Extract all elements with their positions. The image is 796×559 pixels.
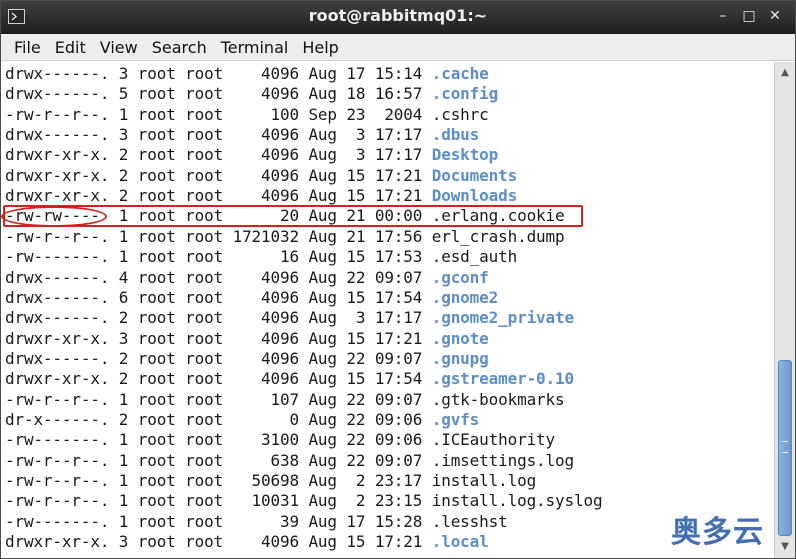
directory-name: .gstreamer-0.10 [431, 369, 574, 389]
listing-attributes: drwx------. 3 root root 4096 Aug 17 15:1… [5, 64, 432, 83]
listing-attributes: drwx------. 5 root root 4096 Aug 18 16:5… [5, 84, 432, 104]
close-icon[interactable]: ✕ [767, 8, 783, 24]
listing-line: -rw-r--r--. 1 root root 638 Aug 22 09:07… [5, 451, 574, 471]
file-name: .esd_auth [431, 247, 518, 267]
listing-attributes: drwx------. 2 root root 4096 Aug 22 09:0… [5, 348, 432, 368]
listing-attributes: drwxr-xr-x. 2 root root 4096 Aug 15 17:2… [5, 165, 432, 185]
file-name: erl_crash.dump [431, 226, 565, 246]
directory-name: .gnome2 [431, 287, 499, 307]
listing-attributes: drwx------. 2 root root 4096 Aug 3 17:17 [5, 308, 432, 328]
file-name: .lesshst [431, 511, 508, 531]
title-bar[interactable]: root@rabbitmq01:~ – □ ✕ [1, 1, 795, 34]
file-name: .gtk-bookmarks [431, 389, 565, 409]
listing-attributes: dr-x------. 2 root root 0 Aug 22 09:06 [5, 409, 432, 429]
listing-attributes: drwxr-xr-x. 2 root root 4096 Aug 15 17:5… [5, 369, 432, 389]
listing-attributes: -rw-r--r--. 1 root root 50698 Aug 2 23:1… [5, 471, 432, 490]
menu-help[interactable]: Help [295, 38, 345, 57]
directory-name: .gnote [431, 328, 489, 348]
listing-line: -rw-------. 1 root root 39 Aug 17 15:28 … [5, 512, 508, 532]
directory-name: .gvfs [431, 409, 480, 429]
listing-attributes: -rw-------. 1 root root 16 Aug 15 17:53 [5, 247, 432, 267]
listing-line: drwxr-xr-x. 2 root root 4096 Aug 15 17:2… [5, 166, 517, 186]
directory-name: Downloads [431, 186, 518, 206]
menu-edit[interactable]: Edit [48, 38, 93, 57]
highlight-ellipse [1, 206, 107, 227]
file-name: install.log [431, 471, 537, 490]
listing-attributes: drwxr-xr-x. 3 root root 4096 Aug 15 17:2… [5, 532, 432, 552]
listing-attributes: -rw-r--r--. 1 root root 10031 Aug 2 23:1… [5, 491, 432, 511]
file-name: .ICEauthority [431, 430, 556, 450]
listing-attributes: drwxr-xr-x. 2 root root 4096 Aug 3 17:17 [5, 145, 432, 165]
directory-name: .config [431, 84, 499, 104]
listing-line: drwxr-xr-x. 2 root root 4096 Aug 15 17:5… [5, 369, 574, 389]
directory-name: .local [431, 532, 489, 552]
listing-line: drwxr-xr-x. 2 root root 4096 Aug 3 17:17… [5, 145, 498, 165]
scroll-thumb[interactable] [778, 360, 792, 536]
listing-attributes: drwx------. 3 root root 4096 Aug 3 17:17 [5, 125, 432, 145]
listing-attributes: -rw-------. 1 root root 39 Aug 17 15:28 [5, 511, 432, 531]
directory-name: .dbus [431, 125, 480, 145]
menu-file[interactable]: File [7, 38, 48, 57]
listing-line: drwxr-xr-x. 3 root root 4096 Aug 15 17:2… [5, 329, 489, 349]
listing-line: drwx------. 2 root root 4096 Aug 3 17:17… [5, 308, 574, 328]
file-name: install.log.syslog [431, 491, 603, 511]
menu-view[interactable]: View [93, 38, 145, 57]
maximize-icon[interactable]: □ [741, 8, 757, 24]
window-title: root@rabbitmq01:~ [308, 6, 488, 25]
listing-line: drwx------. 2 root root 4096 Aug 22 09:0… [5, 349, 489, 369]
terminal-window: root@rabbitmq01:~ – □ ✕ File Edit View S… [0, 0, 796, 559]
file-name: .cshrc [431, 104, 489, 124]
menu-bar: File Edit View Search Terminal Help [1, 34, 795, 61]
grip-icon [782, 441, 788, 453]
menu-terminal[interactable]: Terminal [214, 38, 296, 57]
scroll-up-icon[interactable]: ▲ [777, 65, 793, 81]
listing-line: dr-x------. 2 root root 0 Aug 22 09:06 .… [5, 410, 479, 430]
listing-line: drwx------. 6 root root 4096 Aug 15 17:5… [5, 288, 498, 308]
listing-line: drwx------. 3 root root 4096 Aug 3 17:17… [5, 125, 479, 145]
directory-name: .gnome2_private [431, 308, 574, 328]
listing-attributes: drwxr-xr-x. 2 root root 4096 Aug 15 17:2… [5, 186, 432, 206]
file-name: .imsettings.log [431, 450, 574, 470]
listing-line: drwx------. 5 root root 4096 Aug 18 16:5… [5, 84, 498, 104]
listing-line: drwx------. 3 root root 4096 Aug 17 15:1… [5, 64, 489, 84]
listing-line: -rw-r--r--. 1 root root 50698 Aug 2 23:1… [5, 471, 536, 491]
window-controls: – □ ✕ [715, 8, 783, 24]
listing-attributes: drwx------. 4 root root 4096 Aug 22 09:0… [5, 267, 432, 287]
listing-line: drwxr-xr-x. 2 root root 4096 Aug 15 17:2… [5, 186, 517, 206]
listing-line: drwx------. 4 root root 4096 Aug 22 09:0… [5, 268, 489, 288]
minimize-icon[interactable]: – [715, 8, 731, 24]
directory-name: .gconf [431, 267, 489, 287]
listing-line: drwxr-xr-x. 3 root root 4096 Aug 15 17:2… [5, 532, 489, 552]
listing-attributes: -rw-r--r--. 1 root root 107 Aug 22 09:07 [5, 389, 432, 409]
vertical-scrollbar[interactable]: ▲ ▼ [774, 62, 795, 558]
menu-search[interactable]: Search [145, 38, 214, 57]
listing-line: -rw-------. 1 root root 3100 Aug 22 09:0… [5, 430, 555, 450]
listing-attributes: -rw-r--r--. 1 root root 1721032 Aug 21 1… [5, 226, 432, 246]
listing-line: -rw-r--r--. 1 root root 10031 Aug 2 23:1… [5, 491, 603, 511]
directory-name: Documents [431, 165, 518, 185]
listing-line: -rw-r--r--. 1 root root 1721032 Aug 21 1… [5, 227, 565, 247]
scroll-down-icon[interactable]: ▼ [777, 539, 793, 555]
directory-name: .cache [431, 64, 489, 83]
watermark-logo: 奥多云 [671, 515, 764, 550]
listing-line: -rw-r--r--. 1 root root 100 Sep 23 2004 … [5, 105, 489, 125]
directory-name: Desktop [431, 145, 499, 165]
listing-attributes: -rw-r--r--. 1 root root 638 Aug 22 09:07 [5, 450, 432, 470]
listing-attributes: drwxr-xr-x. 3 root root 4096 Aug 15 17:2… [5, 328, 432, 348]
listing-attributes: drwx------. 6 root root 4096 Aug 15 17:5… [5, 287, 432, 307]
listing-line: -rw-------. 1 root root 16 Aug 15 17:53 … [5, 247, 517, 267]
listing-attributes: -rw-r--r--. 1 root root 100 Sep 23 2004 [5, 104, 432, 124]
listing-attributes: -rw-------. 1 root root 3100 Aug 22 09:0… [5, 430, 432, 450]
terminal-output[interactable]: drwxr-xr-x. 3 root root 4096 Aug 15 17:2… [1, 62, 774, 558]
listing-line: -rw-r--r--. 1 root root 107 Aug 22 09:07… [5, 390, 565, 410]
directory-name: .gnupg [431, 348, 489, 368]
